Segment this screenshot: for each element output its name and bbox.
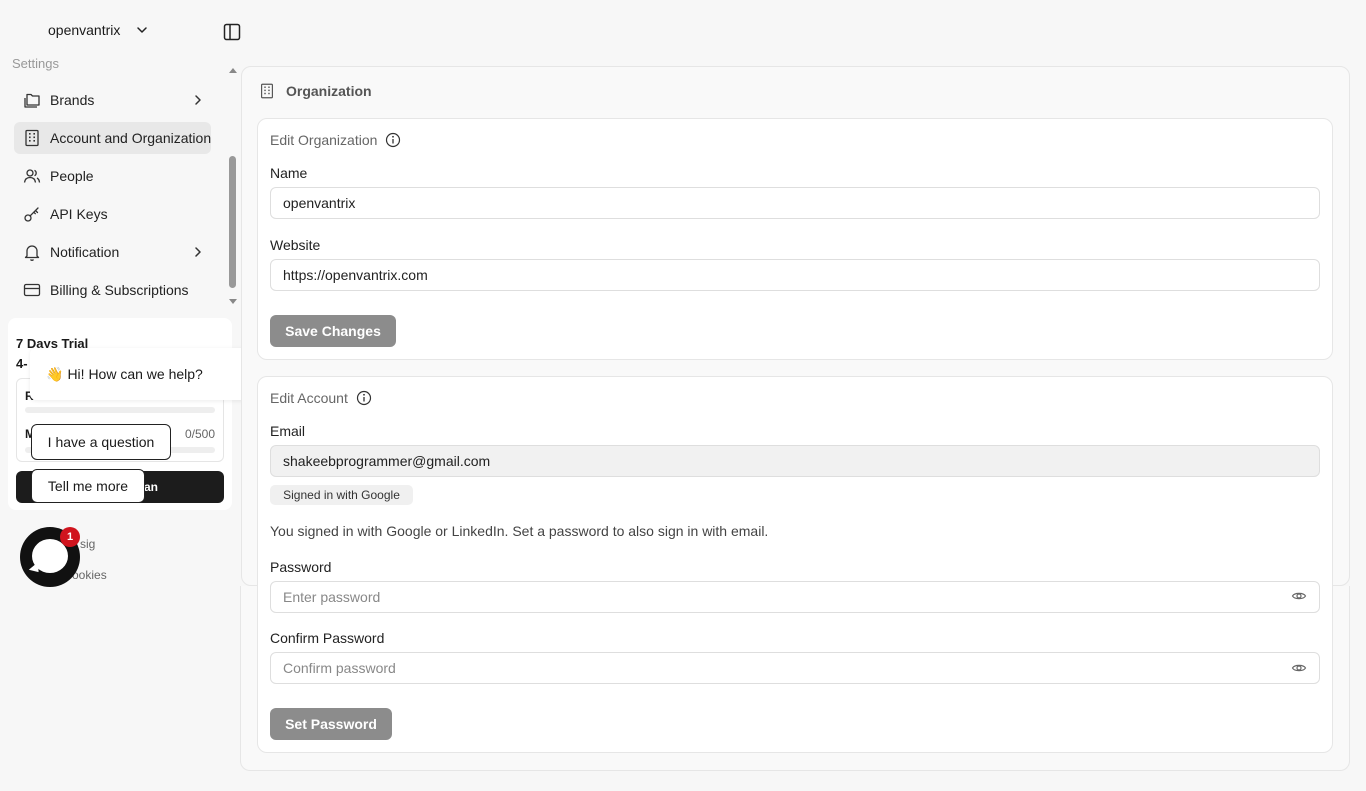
edit-account-title: Edit Account <box>270 390 372 406</box>
website-input[interactable] <box>270 259 1320 291</box>
edit-account-title-text: Edit Account <box>270 390 348 406</box>
building-icon <box>25 129 39 147</box>
sidebar-item-label: API Keys <box>50 206 108 222</box>
chat-greeting-text: Hi! How can we help? <box>67 366 203 382</box>
usage-count: 0/500 <box>184 427 215 441</box>
usage-progress-bar <box>25 407 215 413</box>
footer-link-cookies[interactable]: ookies <box>72 568 107 582</box>
password-input[interactable] <box>270 581 1320 613</box>
password-label: Password <box>270 559 332 575</box>
sidebar-item-api-keys[interactable]: API Keys <box>14 198 211 230</box>
upgrade-plan-label: an <box>143 480 158 494</box>
chevron-right-icon <box>195 247 201 257</box>
sidebar-panel-icon <box>223 23 241 41</box>
eye-icon <box>1291 592 1307 600</box>
sidebar-item-people[interactable]: People <box>14 160 211 192</box>
sidebar-item-label: Notification <box>50 244 120 260</box>
bell-icon <box>24 245 40 261</box>
building-icon <box>261 83 273 99</box>
toggle-password-visibility[interactable] <box>1291 588 1307 604</box>
email-label: Email <box>270 423 306 439</box>
signed-in-google-badge: Signed in with Google <box>270 485 413 505</box>
chat-launcher-button[interactable]: 1 <box>20 527 80 587</box>
sidebar-item-label: Account and Organization <box>50 130 212 146</box>
organization-name-input[interactable] <box>270 187 1320 219</box>
sidebar-item-label: Brands <box>50 92 95 108</box>
scroll-thumb[interactable] <box>229 156 236 288</box>
trial-subtitle: 4- <box>16 356 28 371</box>
chat-option-question[interactable]: I have a question <box>31 424 171 460</box>
page-title-text: Organization <box>286 83 372 99</box>
chat-option-tell-more[interactable]: Tell me more <box>31 469 145 503</box>
edit-account-panel <box>257 376 1333 753</box>
sidebar-scrollbar[interactable] <box>227 68 239 304</box>
edit-organization-panel <box>257 118 1333 360</box>
chevron-down-icon <box>137 27 148 33</box>
sidebar-item-account-and-organization[interactable]: Account and Organization <box>14 122 211 154</box>
sidebar-item-brands[interactable]: Brands <box>14 84 211 116</box>
folders-icon <box>24 93 40 108</box>
users-icon <box>23 169 41 183</box>
toggle-confirm-visibility[interactable] <box>1291 660 1307 676</box>
sidebar-item-billing-subscriptions[interactable]: Billing & Subscriptions <box>14 274 211 306</box>
key-icon <box>24 207 39 222</box>
password-info-text: You signed in with Google or LinkedIn. S… <box>270 523 769 539</box>
org-switcher[interactable]: openvantrix <box>48 22 148 38</box>
confirm-password-input[interactable] <box>270 652 1320 684</box>
edit-organization-title-text: Edit Organization <box>270 132 378 148</box>
page-title: Organization <box>258 82 372 100</box>
website-label: Website <box>270 237 321 253</box>
sidebar-item-label: People <box>50 168 94 184</box>
info-icon[interactable] <box>385 132 401 148</box>
sidebar-item-notification[interactable]: Notification <box>14 236 211 268</box>
eye-icon <box>1291 664 1307 672</box>
scroll-up-arrow[interactable] <box>229 68 237 73</box>
sidebar-toggle-button[interactable] <box>222 22 242 42</box>
scroll-down-arrow[interactable] <box>229 299 237 304</box>
edit-organization-title: Edit Organization <box>270 132 401 148</box>
org-name: openvantrix <box>48 22 121 38</box>
wave-emoji-icon: 👋 <box>46 365 64 382</box>
sidebar-nav: Brands Account and Organization People A… <box>14 84 211 312</box>
sidebar-item-label: Billing & Subscriptions <box>50 282 189 298</box>
chevron-right-icon <box>195 95 201 105</box>
footer-link[interactable]: sig <box>80 537 95 551</box>
info-icon[interactable] <box>356 390 372 406</box>
email-field <box>270 445 1320 477</box>
set-password-button[interactable]: Set Password <box>270 708 392 740</box>
confirm-password-label: Confirm Password <box>270 630 385 646</box>
chat-unread-badge: 1 <box>60 527 80 547</box>
name-label: Name <box>270 165 308 181</box>
credit-card-icon <box>23 283 41 297</box>
save-changes-button[interactable]: Save Changes <box>270 315 396 347</box>
sidebar-section-label: Settings <box>12 56 59 71</box>
